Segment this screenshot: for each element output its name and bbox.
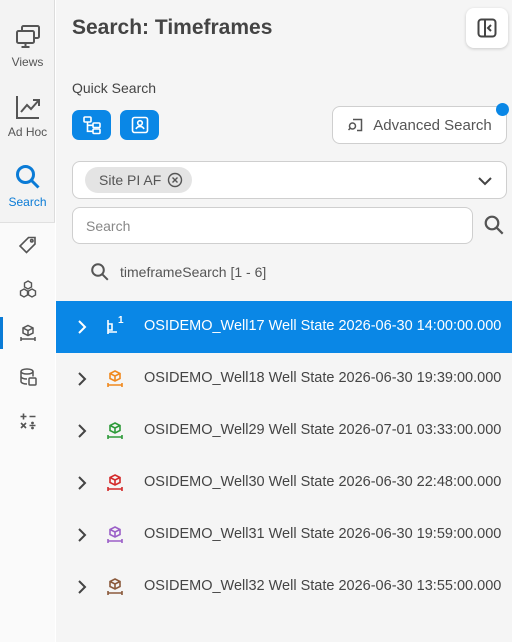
rail-item-label: Search <box>8 195 47 209</box>
chevron-right-icon[interactable] <box>75 423 89 439</box>
search-icon <box>15 165 40 189</box>
advanced-search-button[interactable]: Advanced Search <box>332 106 507 144</box>
chevron-right-icon[interactable] <box>75 527 89 543</box>
source-chip-label: Site PI AF <box>99 172 162 188</box>
page-title: Search: Timeframes <box>72 16 273 39</box>
results-header-label: timeframeSearch [1 - 6] <box>120 264 267 280</box>
timeframe-icon <box>107 422 123 439</box>
advanced-search-icon <box>348 118 363 132</box>
chevron-right-icon[interactable] <box>75 319 89 335</box>
rail-item-search[interactable]: Search <box>0 162 55 209</box>
data-source-select[interactable]: Site PI AF <box>72 161 507 199</box>
category-timeframes[interactable] <box>0 311 55 355</box>
row-label: OSIDEMO_Well29 Well State 2026-07-01 03:… <box>144 422 502 438</box>
timeframe-icon <box>107 578 123 595</box>
timeframe-icon <box>107 526 123 543</box>
chevron-down-icon <box>478 177 492 186</box>
cubes-icon <box>19 280 36 298</box>
quick-search-label: Quick Search <box>72 80 157 96</box>
calculation-icon <box>19 413 35 430</box>
database-icon <box>19 368 37 386</box>
chevron-right-icon[interactable] <box>75 475 89 491</box>
close-circle-icon <box>168 172 183 188</box>
timeframe-icon <box>107 370 123 387</box>
category-calculations[interactable] <box>0 399 55 443</box>
quick-search-card-button[interactable] <box>120 110 159 140</box>
category-event-frames[interactable] <box>0 355 55 399</box>
list-item[interactable]: 1 OSIDEMO_Well17 Well State 2026-06-30 14… <box>56 301 512 353</box>
timeframe-icon <box>107 474 123 491</box>
hierarchy-icon <box>82 116 101 135</box>
source-chip: Site PI AF <box>85 167 193 193</box>
timeframe-icon <box>19 324 36 341</box>
search-category-list <box>0 222 55 642</box>
search-submit-icon[interactable] <box>483 214 505 236</box>
chevron-right-icon[interactable] <box>75 371 89 387</box>
row-label: OSIDEMO_Well30 Well State 2026-06-30 22:… <box>144 474 502 490</box>
row-label: OSIDEMO_Well17 Well State 2026-06-30 14:… <box>144 318 502 334</box>
category-attributes[interactable] <box>0 223 55 267</box>
list-item[interactable]: OSIDEMO_Well30 Well State 2026-06-30 22:… <box>56 457 512 509</box>
tag-icon <box>18 236 36 254</box>
row-badge: 1 <box>118 315 124 326</box>
rail-item-label: Views <box>11 55 44 69</box>
list-item[interactable]: OSIDEMO_Well18 Well State 2026-06-30 19:… <box>56 353 512 405</box>
row-label: OSIDEMO_Well32 Well State 2026-06-30 13:… <box>144 578 502 594</box>
monitor-stack-icon <box>15 25 40 48</box>
list-item[interactable]: OSIDEMO_Well29 Well State 2026-07-01 03:… <box>56 405 512 457</box>
results-list: 1 OSIDEMO_Well17 Well State 2026-06-30 14… <box>56 301 512 613</box>
results-header: timeframeSearch [1 - 6] <box>90 262 266 282</box>
advanced-search-label: Advanced Search <box>373 116 492 134</box>
list-item[interactable]: OSIDEMO_Well32 Well State 2026-06-30 13:… <box>56 561 512 613</box>
rail-item-views[interactable]: Views <box>0 22 55 69</box>
trend-chart-icon <box>15 96 40 119</box>
search-input[interactable] <box>72 207 473 244</box>
collapse-panel-button[interactable] <box>466 8 508 48</box>
search-icon <box>91 263 109 281</box>
contact-card-icon <box>131 116 148 134</box>
notification-dot <box>496 103 509 116</box>
quick-search-hierarchy-button[interactable] <box>72 110 111 140</box>
category-elements[interactable] <box>0 267 55 311</box>
chevron-right-icon[interactable] <box>75 579 89 595</box>
left-rail: Views Ad Hoc Search <box>0 0 55 642</box>
row-label: OSIDEMO_Well18 Well State 2026-06-30 19:… <box>144 370 502 386</box>
row-label: OSIDEMO_Well31 Well State 2026-06-30 19:… <box>144 526 502 542</box>
list-item[interactable]: OSIDEMO_Well31 Well State 2026-06-30 19:… <box>56 509 512 561</box>
rail-item-ad-hoc[interactable]: Ad Hoc <box>0 92 55 139</box>
panel-collapse-icon <box>477 18 497 38</box>
rail-item-label: Ad Hoc <box>7 125 48 139</box>
remove-chip-button[interactable] <box>167 172 183 188</box>
search-panel: Search: Timeframes Quick Search Advanced <box>56 0 512 642</box>
